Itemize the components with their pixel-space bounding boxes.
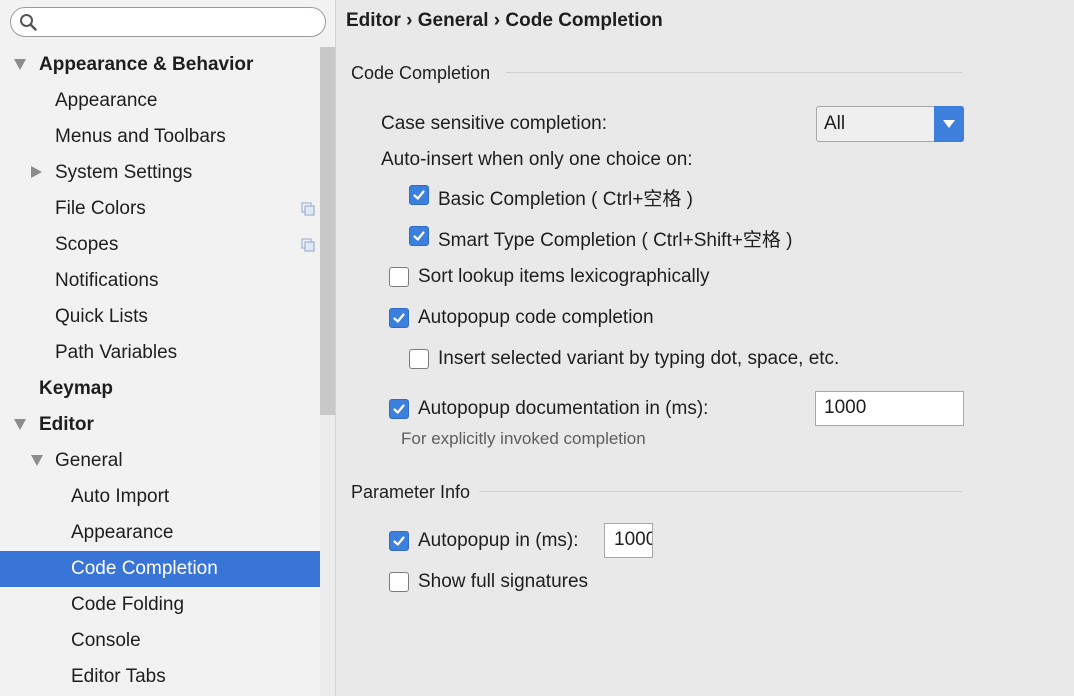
tree-item-label: Editor <box>39 414 94 435</box>
tree-item[interactable]: Appearance & Behavior <box>0 47 335 83</box>
tree-item[interactable]: Notifications <box>0 263 335 299</box>
tree-item[interactable]: Path Variables <box>0 335 335 371</box>
tree-item[interactable]: Console <box>0 623 335 659</box>
tree-item-label: Menus and Toolbars <box>55 126 226 147</box>
param-autopopup-label: Autopopup in (ms): <box>418 530 579 551</box>
tree-item-label: Code Folding <box>71 594 185 615</box>
tree-item[interactable]: System Settings <box>0 155 335 191</box>
tree-item-label: Code Completion <box>71 558 218 579</box>
show-full-signatures-label: Show full signatures <box>418 571 589 592</box>
smart-type-completion-label: Smart Type Completion ( Ctrl+Shift+空格 ) <box>438 230 793 251</box>
checkmark-icon <box>413 231 425 241</box>
tree-item-label: Auto Import <box>71 486 170 507</box>
show-full-signatures-checkbox[interactable] <box>389 572 409 592</box>
sidebar-scrollbar[interactable] <box>320 47 335 696</box>
tree-item[interactable]: Editor Tabs <box>0 659 335 695</box>
tree-item[interactable]: File Colors <box>0 191 335 227</box>
tree-item-label: Appearance <box>71 522 174 543</box>
search-input[interactable] <box>45 12 319 34</box>
dropdown-button[interactable] <box>934 106 964 142</box>
expand-arrow-down-icon[interactable] <box>31 455 43 466</box>
basic-completion-label: Basic Completion ( Ctrl+空格 ) <box>438 189 693 210</box>
insert-selected-label: Insert selected variant by typing dot, s… <box>438 348 840 369</box>
section-title-code-completion: Code Completion <box>351 63 491 83</box>
explicit-invoke-hint: For explicitly invoked completion <box>401 429 646 448</box>
tree-item-label: Quick Lists <box>55 306 148 327</box>
tree-item-label: File Colors <box>55 198 146 219</box>
tree-item-label: Console <box>71 630 141 651</box>
copy-icon <box>301 238 315 252</box>
smart-type-completion-checkbox[interactable] <box>409 226 429 246</box>
search-box[interactable] <box>10 7 326 37</box>
tree-item[interactable]: Code Completion <box>0 551 335 587</box>
section-title-parameter-info: Parameter Info <box>351 482 471 502</box>
settings-panel: Editor › General › Code Completion Code … <box>336 0 1074 696</box>
tree-item[interactable]: Keymap <box>0 371 335 407</box>
sort-lookup-label: Sort lookup items lexicographically <box>418 266 710 287</box>
tree-item[interactable]: Menus and Toolbars <box>0 119 335 155</box>
settings-sidebar: Appearance & Behavior Appearance Menus and… <box>0 0 336 696</box>
tree-item[interactable]: Editor <box>0 407 335 443</box>
case-sensitive-label: Case sensitive completion: <box>381 113 607 134</box>
case-sensitive-select[interactable]: All <box>816 106 964 142</box>
section-divider <box>479 491 962 492</box>
tree-item-label: Editor Tabs <box>71 666 166 687</box>
tree-item-label: Appearance & Behavior <box>39 54 254 75</box>
tree-item-label: Keymap <box>39 378 113 399</box>
autopopup-code-checkbox[interactable] <box>389 308 409 328</box>
tree-item[interactable]: Auto Import <box>0 479 335 515</box>
expand-arrow-down-icon[interactable] <box>14 59 26 70</box>
auto-insert-label: Auto-insert when only one choice on: <box>381 149 693 170</box>
tree-item[interactable]: Appearance <box>0 515 335 551</box>
copy-icon <box>301 202 315 216</box>
tree-item-label: System Settings <box>55 162 193 183</box>
tree-item[interactable]: Quick Lists <box>0 299 335 335</box>
tree-item-label: Scopes <box>55 234 119 255</box>
case-sensitive-value: All <box>824 113 846 134</box>
param-autopopup-input[interactable]: 1000 <box>604 523 653 558</box>
checkmark-icon <box>393 313 405 323</box>
tree-item[interactable]: Scopes <box>0 227 335 263</box>
breadcrumb: Editor › General › Code Completion <box>346 10 663 31</box>
autopopup-doc-checkbox[interactable] <box>389 399 409 419</box>
tree-item-label: General <box>55 450 123 471</box>
param-autopopup-checkbox[interactable] <box>389 531 409 551</box>
tree-item-label: Notifications <box>55 270 159 291</box>
section-divider <box>506 72 962 73</box>
tree-item[interactable]: General <box>0 443 335 479</box>
expand-arrow-down-icon[interactable] <box>14 419 26 430</box>
autopopup-code-label: Autopopup code completion <box>418 307 654 328</box>
tree-item[interactable]: Appearance <box>0 83 335 119</box>
scrollbar-thumb[interactable] <box>320 47 335 415</box>
checkmark-icon <box>393 536 405 546</box>
checkmark-icon <box>393 404 405 414</box>
tree-item-label: Path Variables <box>55 342 178 363</box>
tree-item[interactable]: Code Folding <box>0 587 335 623</box>
basic-completion-checkbox[interactable] <box>409 185 429 205</box>
autopopup-doc-input[interactable]: 1000 <box>815 391 964 426</box>
chevron-down-icon <box>943 120 955 128</box>
checkmark-icon <box>413 190 425 200</box>
expand-arrow-right-icon[interactable] <box>31 166 42 178</box>
search-icon <box>20 14 37 31</box>
tree-item-label: Appearance <box>55 90 158 111</box>
insert-selected-checkbox[interactable] <box>409 349 429 369</box>
sort-lookup-checkbox[interactable] <box>389 267 409 287</box>
autopopup-doc-label: Autopopup documentation in (ms): <box>418 398 709 419</box>
